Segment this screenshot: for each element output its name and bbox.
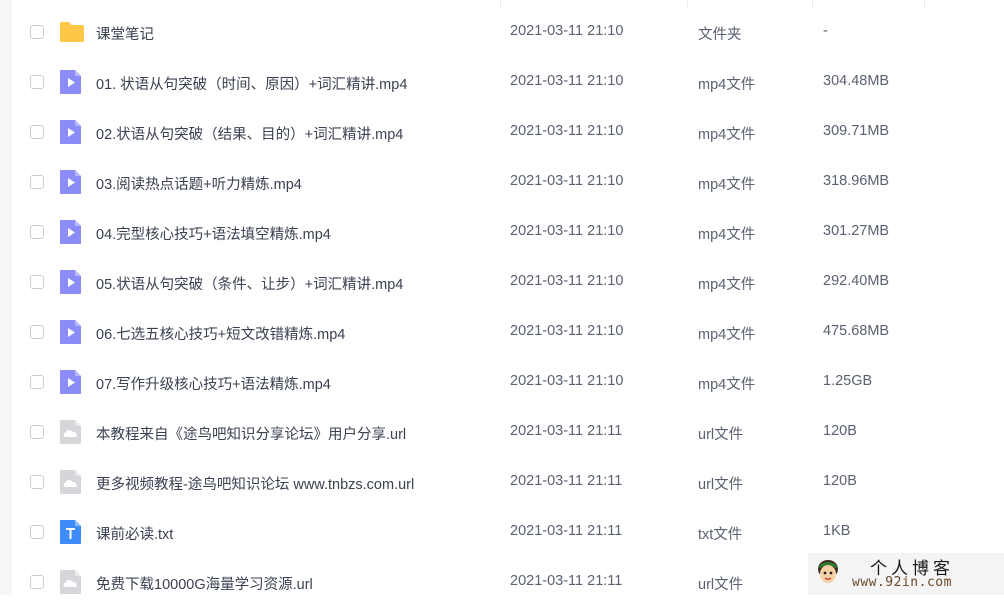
cartoon-face-icon: [818, 560, 838, 583]
file-type: mp4文件: [698, 277, 756, 293]
file-name[interactable]: 课堂笔记: [96, 23, 154, 44]
cloud-file-icon: [59, 419, 82, 445]
watermark-url: www.92in.com: [852, 575, 952, 590]
file-size: 301.27MB: [823, 223, 890, 239]
file-row[interactable]: 更多视频教程-途鸟吧知识论坛 www.tnbzs.com.url 2021-03-…: [12, 457, 1004, 507]
file-size: -: [823, 23, 828, 39]
file-name[interactable]: 01. 状语从句突破（时间、原因）+词汇精讲.mp4: [96, 73, 407, 94]
file-row[interactable]: 02.状语从句突破（结果、目的）+词汇精讲.mp4 2021-03-11 21:1…: [12, 107, 1004, 157]
file-row[interactable]: 06.七选五核心技巧+短文改错精炼.mp4 2021-03-11 21:10 mp4…: [12, 307, 1004, 357]
file-name[interactable]: 本教程来自《途鸟吧知识分享论坛》用户分享.url: [96, 423, 406, 444]
file-size: 475.68MB: [823, 323, 890, 339]
folder-icon: [59, 19, 84, 45]
file-date: 2021-03-11 21:11: [510, 523, 623, 539]
file-name[interactable]: 03.阅读热点话题+听力精炼.mp4: [96, 173, 302, 194]
file-type: mp4文件: [698, 377, 756, 393]
file-name[interactable]: 更多视频教程-途鸟吧知识论坛 www.tnbzs.com.url: [96, 473, 414, 494]
video-file-icon: [59, 69, 82, 95]
row-checkbox[interactable]: [30, 275, 44, 289]
file-name[interactable]: 07.写作升级核心技巧+语法精炼.mp4: [96, 373, 331, 394]
left-gutter: [0, 0, 12, 595]
column-header-strip: [12, 0, 1004, 7]
file-type: url文件: [698, 427, 744, 443]
file-size: 292.40MB: [823, 273, 890, 289]
file-date: 2021-03-11 21:11: [510, 473, 623, 489]
file-row[interactable]: 07.写作升级核心技巧+语法精炼.mp4 2021-03-11 21:10 mp4文…: [12, 357, 1004, 407]
file-date: 2021-03-11 21:10: [510, 323, 624, 339]
file-row[interactable]: 01. 状语从句突破（时间、原因）+词汇精讲.mp4 2021-03-11 21:…: [12, 57, 1004, 107]
column-divider: [500, 0, 501, 7]
row-checkbox[interactable]: [30, 525, 44, 539]
file-name[interactable]: 课前必读.txt: [96, 523, 173, 544]
file-size: 318.96MB: [823, 173, 890, 189]
file-date: 2021-03-11 21:10: [510, 73, 624, 89]
file-list: 课堂笔记 2021-03-11 21:10 文件夹 - 01. 状语从句突破（时间、原因…: [12, 7, 1004, 607]
video-file-icon: [59, 269, 82, 295]
file-type: txt文件: [698, 527, 743, 543]
video-file-icon: [59, 119, 82, 145]
file-type: mp4文件: [698, 227, 756, 243]
row-checkbox[interactable]: [30, 25, 44, 39]
column-divider: [924, 0, 925, 7]
row-checkbox[interactable]: [30, 475, 44, 489]
file-size: 120B: [823, 423, 857, 439]
row-checkbox[interactable]: [30, 125, 44, 139]
file-size: 309.71MB: [823, 123, 890, 139]
file-date: 2021-03-11 21:11: [510, 573, 623, 589]
row-checkbox[interactable]: [30, 425, 44, 439]
file-type: mp4文件: [698, 127, 756, 143]
file-date: 2021-03-11 21:10: [510, 373, 624, 389]
row-checkbox[interactable]: [30, 325, 44, 339]
file-type: mp4文件: [698, 77, 756, 93]
video-file-icon: [59, 369, 82, 395]
file-date: 2021-03-11 21:11: [510, 423, 623, 439]
file-size: 1.25GB: [823, 373, 873, 389]
file-date: 2021-03-11 21:10: [510, 223, 624, 239]
file-type: url文件: [698, 577, 744, 593]
text-file-icon: [59, 519, 82, 545]
file-row[interactable]: 03.阅读热点话题+听力精炼.mp4 2021-03-11 21:10 mp4文件 3…: [12, 157, 1004, 207]
blog-watermark: 个人博客 www.92in.com: [808, 553, 1004, 595]
row-checkbox[interactable]: [30, 575, 44, 589]
file-row[interactable]: 课前必读.txt 2021-03-11 21:11 txt文件 1KB: [12, 507, 1004, 557]
row-checkbox[interactable]: [30, 225, 44, 239]
row-checkbox[interactable]: [30, 175, 44, 189]
file-date: 2021-03-11 21:10: [510, 173, 624, 189]
column-divider: [812, 0, 813, 7]
file-date: 2021-03-11 21:10: [510, 273, 624, 289]
file-size: 304.48MB: [823, 73, 890, 89]
video-file-icon: [59, 219, 82, 245]
file-type: 文件夹: [698, 27, 742, 43]
file-name[interactable]: 06.七选五核心技巧+短文改错精炼.mp4: [96, 323, 345, 344]
video-file-icon: [59, 169, 82, 195]
cloud-file-icon: [59, 569, 82, 595]
file-type: mp4文件: [698, 327, 756, 343]
file-type: url文件: [698, 477, 744, 493]
file-name[interactable]: 02.状语从句突破（结果、目的）+词汇精讲.mp4: [96, 123, 403, 144]
file-row[interactable]: 04.完型核心技巧+语法填空精炼.mp4 2021-03-11 21:10 mp4文…: [12, 207, 1004, 257]
video-file-icon: [59, 319, 82, 345]
file-name[interactable]: 05.状语从句突破（条件、让步）+词汇精讲.mp4: [96, 273, 403, 294]
cloud-file-icon: [59, 469, 82, 495]
file-date: 2021-03-11 21:10: [510, 23, 624, 39]
file-size: 1KB: [823, 523, 851, 539]
row-checkbox[interactable]: [30, 75, 44, 89]
file-date: 2021-03-11 21:10: [510, 123, 624, 139]
file-row[interactable]: 05.状语从句突破（条件、让步）+词汇精讲.mp4 2021-03-11 21:1…: [12, 257, 1004, 307]
file-name[interactable]: 04.完型核心技巧+语法填空精炼.mp4: [96, 223, 331, 244]
row-checkbox[interactable]: [30, 375, 44, 389]
column-divider: [687, 0, 688, 7]
file-size: 120B: [823, 473, 857, 489]
file-name[interactable]: 免费下载10000G海量学习资源.url: [96, 573, 313, 594]
file-type: mp4文件: [698, 177, 756, 193]
file-row[interactable]: 本教程来自《途鸟吧知识分享论坛》用户分享.url 2021-03-11 21:11…: [12, 407, 1004, 457]
file-row[interactable]: 课堂笔记 2021-03-11 21:10 文件夹 -: [12, 7, 1004, 57]
